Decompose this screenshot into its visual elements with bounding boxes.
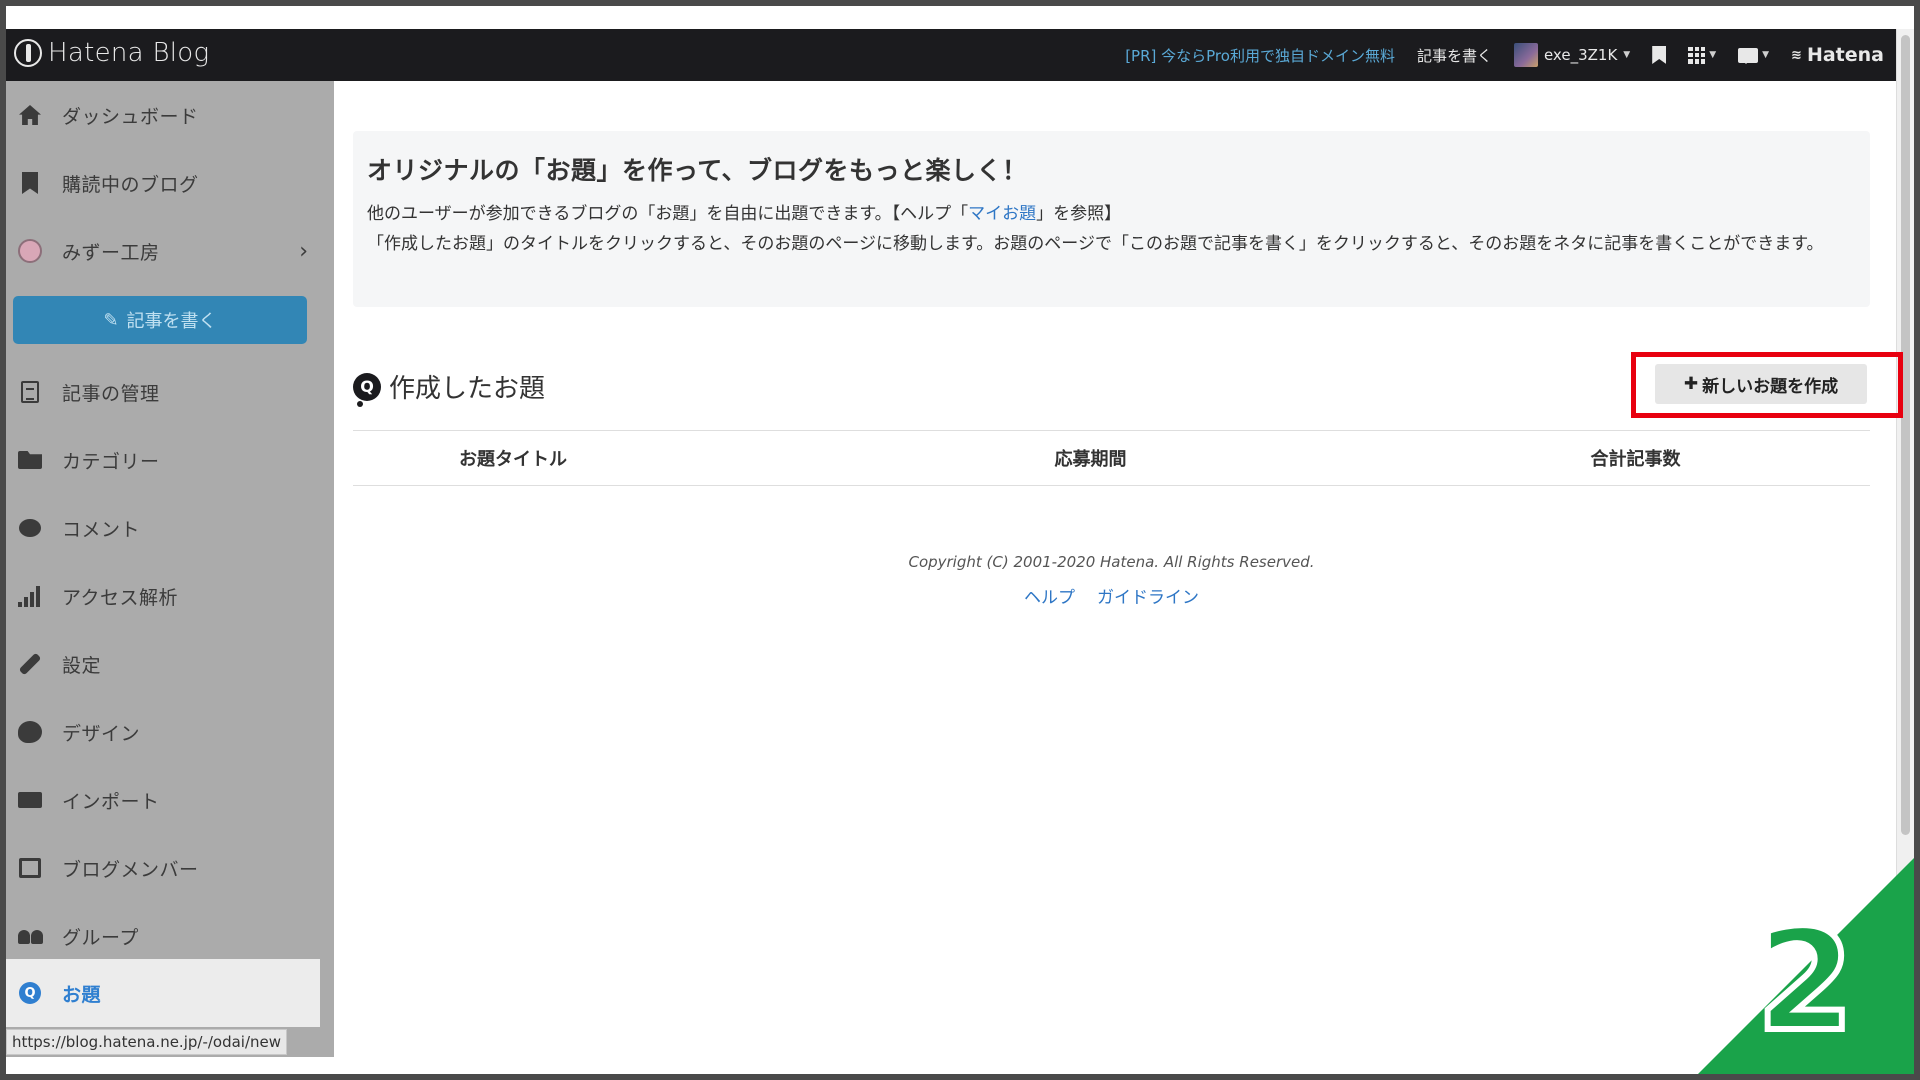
browser-frame: Hatena Blog [PR] 今ならPro利用で独自ドメイン無料 記事を書く… [6, 6, 1914, 1074]
member-icon [19, 858, 41, 878]
intro-box: オリジナルの「お題」を作って、ブログをもっと楽しく！ 他のユーザーが参加できるブ… [353, 131, 1870, 307]
wrench-icon [18, 652, 42, 676]
odai-table: お題タイトル 応募期間 合計記事数 [353, 430, 1870, 486]
sidebar-item-label: コメント [62, 518, 141, 541]
create-odai-label: 新しいお題を作成 [1702, 376, 1839, 397]
notification-menu[interactable]: ▼ [1738, 47, 1770, 64]
username: exe_3Z1K [1543, 46, 1618, 64]
intro-line2: 「作成したお題」のタイトルをクリックすると、そのお題のページに移動します。お題の… [367, 234, 1824, 254]
sidebar-item-blog[interactable]: みずー工房 › [6, 217, 320, 285]
sidebar-item-subscriptions[interactable]: 購読中のブログ [6, 149, 320, 217]
footer: Copyright (C) 2001-2020 Hatena. All Righ… [353, 553, 1870, 608]
home-icon [19, 105, 41, 125]
sidebar-item-comment[interactable]: コメント [6, 494, 320, 562]
header-nav: [PR] 今ならPro利用で独自ドメイン無料 記事を書く exe_3Z1K ▼ … [1125, 29, 1884, 81]
sidebar-item-label: アクセス解析 [62, 586, 179, 609]
column-header-count: 合計記事数 [1590, 449, 1681, 470]
group-icon [18, 928, 43, 944]
document-icon [21, 381, 39, 403]
logo-text: Hatena Blog [48, 38, 210, 68]
sidebar-item-label: 設定 [62, 654, 102, 677]
section-title-text: 作成したお題 [389, 374, 546, 404]
bookmark-icon [22, 172, 38, 194]
caret-down-icon: ▼ [1709, 50, 1717, 60]
truck-icon [18, 792, 42, 808]
sidebar-item-label: 購読中のブログ [62, 173, 199, 196]
sidebar-item-odai[interactable]: Q お題 [6, 959, 320, 1027]
edit-icon: ✎ [103, 309, 119, 331]
sidebar: ダッシュボード 購読中のブログ みずー工房 › ✎ 記事を書く 記事の管理 カテ… [6, 81, 334, 1057]
caret-down-icon: ▼ [1762, 50, 1770, 60]
intro-title: オリジナルの「お題」を作って、ブログをもっと楽しく！ [367, 156, 1028, 185]
sidebar-item-label: グループ [62, 926, 139, 949]
hatena-wave-icon: ≋ [1791, 47, 1802, 63]
sidebar-item-design[interactable]: デザイン [6, 698, 320, 766]
sidebar-item-dashboard[interactable]: ダッシュボード [6, 81, 320, 149]
pr-link[interactable]: [PR] 今ならPro利用で独自ドメイン無料 [1125, 45, 1395, 66]
chevron-right-icon: › [299, 239, 308, 264]
sidebar-item-import[interactable]: インポート [6, 766, 320, 834]
sidebar-item-label: カテゴリー [62, 450, 160, 473]
bookmark-icon [1652, 46, 1667, 64]
guideline-link[interactable]: ガイドライン [1097, 583, 1199, 608]
sidebar-item-label: お題 [62, 983, 102, 1006]
scrollbar-thumb[interactable] [1901, 35, 1910, 835]
sidebar-item-label: 記事の管理 [62, 382, 160, 405]
user-menu[interactable]: exe_3Z1K ▼ [1513, 43, 1631, 67]
section-title: Q 作成したお題 [353, 368, 546, 407]
status-url-tooltip: https://blog.hatena.ne.jp/-/odai/new [6, 1029, 288, 1055]
sidebar-item-access[interactable]: アクセス解析 [6, 562, 320, 630]
copyright: Copyright (C) 2001-2020 Hatena. All Righ… [908, 553, 1315, 571]
sidebar-write-button[interactable]: ✎ 記事を書く [13, 296, 307, 344]
chat-icon [1738, 47, 1759, 64]
bar-chart-icon [18, 585, 42, 607]
column-header-period: 応募期間 [1054, 449, 1127, 470]
help-link[interactable]: ヘルプ [1024, 583, 1075, 608]
bookmark-menu[interactable] [1652, 46, 1667, 64]
palette-icon [18, 721, 42, 743]
sidebar-item-label: インポート [62, 790, 160, 813]
intro-line1-prefix: 他のユーザーが参加できるブログの「お題」を自由に出題できます。【ヘルプ「 [367, 204, 969, 224]
hatena-brand-text: Hatena [1806, 44, 1884, 66]
intro-line1: 他のユーザーが参加できるブログの「お題」を自由に出題できます。【ヘルプ「マイお題… [367, 199, 1856, 229]
footer-links: ヘルプ ガイドライン [353, 583, 1870, 608]
column-header-title: お題タイトル [459, 449, 567, 470]
sidebar-item-entries[interactable]: 記事の管理 [6, 358, 320, 426]
header-write-link[interactable]: 記事を書く [1417, 45, 1492, 66]
caret-down-icon: ▼ [1623, 50, 1631, 60]
write-button-label: 記事を書く [126, 311, 217, 332]
step-number: 2 [1754, 900, 1857, 1063]
sidebar-item-category[interactable]: カテゴリー [6, 426, 320, 494]
top-gap [6, 6, 1914, 29]
folder-icon [18, 451, 42, 469]
grid-icon [1688, 46, 1706, 64]
sidebar-item-settings[interactable]: 設定 [6, 630, 320, 698]
sidebar-item-members[interactable]: ブログメンバー [6, 834, 320, 902]
sidebar-item-label: ブログメンバー [62, 858, 199, 881]
comment-icon [19, 519, 41, 537]
plus-icon: ✚ [1683, 374, 1699, 394]
sidebar-item-label: みずー工房 [62, 241, 160, 264]
table-header: お題タイトル 応募期間 合計記事数 [353, 430, 1870, 486]
hatena-logo-icon [14, 39, 42, 67]
hatena-blog-logo[interactable]: Hatena Blog [14, 38, 209, 68]
apps-menu[interactable]: ▼ [1688, 46, 1717, 64]
blog-avatar-icon [18, 239, 42, 263]
create-odai-button[interactable]: ✚ 新しいお題を作成 [1655, 364, 1867, 404]
sidebar-item-label: ダッシュボード [62, 105, 199, 128]
my-odai-help-link[interactable]: マイお題 [968, 204, 1036, 224]
sidebar-item-label: デザイン [62, 722, 141, 745]
odai-q-icon: Q [353, 372, 381, 407]
main-content: オリジナルの「お題」を作って、ブログをもっと楽しく！ 他のユーザーが参加できるブ… [334, 81, 1903, 1057]
avatar [1513, 43, 1538, 67]
global-header: Hatena Blog [PR] 今ならPro利用で独自ドメイン無料 記事を書く… [6, 29, 1896, 81]
intro-line1-suffix: 」を参照】 [1036, 204, 1122, 224]
hatena-brand-link[interactable]: ≋ Hatena [1791, 44, 1884, 66]
odai-icon: Q [19, 982, 41, 1004]
